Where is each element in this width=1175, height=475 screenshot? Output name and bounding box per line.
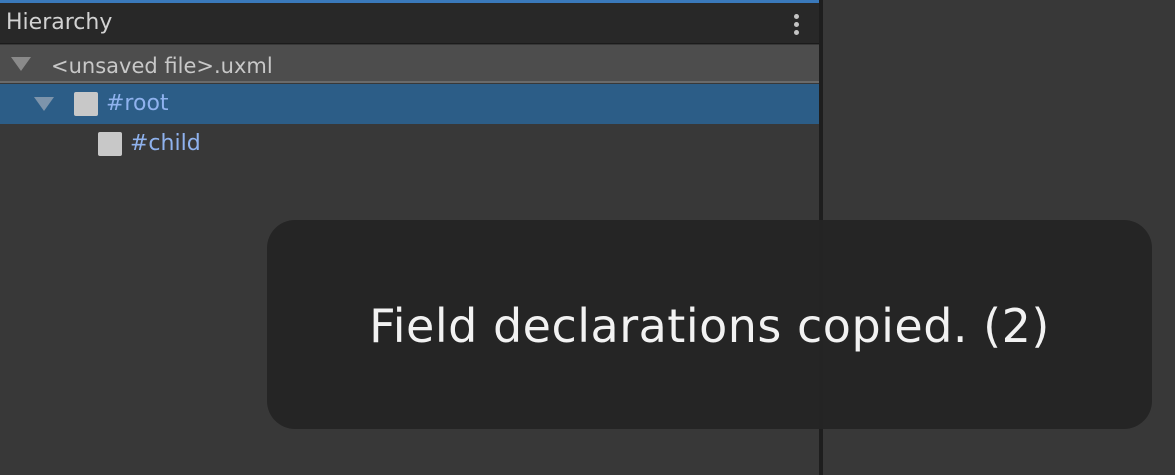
tree-item-label: #child xyxy=(130,131,201,156)
tree-item-label: #root xyxy=(106,91,169,116)
tree-item-child[interactable]: #child xyxy=(0,124,819,164)
toast-message: Field declarations copied. (2) xyxy=(369,299,1050,353)
notification-toast: Field declarations copied. (2) xyxy=(267,220,1152,429)
panel-title: Hierarchy xyxy=(6,10,113,35)
element-square-icon xyxy=(98,132,122,156)
tree-file-row[interactable]: <unsaved file>.uxml xyxy=(0,45,819,83)
triangle-down-icon[interactable] xyxy=(11,57,31,71)
element-square-icon xyxy=(74,92,98,116)
tree-item-root[interactable]: #root xyxy=(0,84,819,124)
panel-header: Hierarchy xyxy=(0,3,819,44)
triangle-down-icon[interactable] xyxy=(34,97,54,111)
vertical-ellipsis-icon[interactable] xyxy=(785,11,807,39)
file-label: <unsaved file>.uxml xyxy=(51,54,273,78)
